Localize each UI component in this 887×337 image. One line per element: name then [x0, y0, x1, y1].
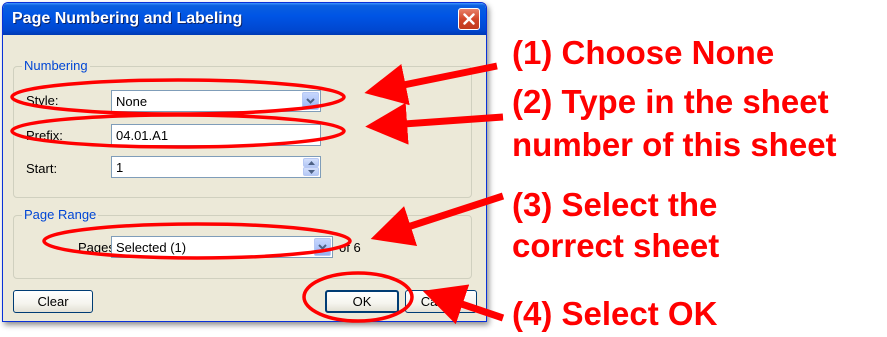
page-count-text: of 6 — [339, 240, 361, 255]
step3-annotation-line1: (3) Select the — [512, 186, 718, 223]
pages-select[interactable]: Selected (1) — [111, 236, 333, 258]
spin-buttons — [303, 158, 319, 176]
spin-down-icon[interactable] — [303, 167, 319, 176]
clear-button[interactable]: Clear — [13, 290, 93, 313]
title-bar[interactable]: Page Numbering and Labeling — [3, 3, 486, 35]
chevron-down-icon[interactable] — [302, 92, 319, 110]
step3-annotation-line2: correct sheet — [512, 227, 720, 264]
start-label: Start: — [26, 161, 58, 176]
start-stepper-value: 1 — [116, 160, 124, 175]
spin-up-icon[interactable] — [303, 158, 319, 167]
step4-annotation: (4) Select OK — [512, 295, 718, 332]
dialog-title: Page Numbering and Labeling — [12, 10, 243, 27]
style-label: Style: — [26, 93, 59, 108]
page-numbering-dialog: Page Numbering and Labeling Numbering St… — [2, 2, 487, 322]
style-select[interactable]: None — [111, 90, 321, 112]
prefix-label: Prefix: — [26, 128, 63, 143]
pages-select-value: Selected (1) — [116, 240, 187, 255]
pages-label: Pages — [78, 240, 115, 255]
numbering-group-label: Numbering — [22, 58, 90, 73]
style-select-value: None — [116, 94, 148, 109]
prefix-input[interactable]: 04.01.A1 — [111, 124, 321, 146]
step1-annotation: (1) Choose None — [512, 34, 775, 71]
chevron-down-icon[interactable] — [314, 238, 331, 256]
close-button[interactable] — [458, 8, 480, 30]
cancel-button[interactable]: Cancel — [405, 290, 477, 313]
prefix-input-value: 04.01.A1 — [116, 128, 169, 143]
close-icon — [463, 13, 475, 25]
start-stepper[interactable]: 1 — [111, 156, 321, 178]
ok-button[interactable]: OK — [325, 290, 399, 313]
step2-annotation-line1: (2) Type in the sheet — [512, 83, 829, 120]
step2-annotation-line2: number of this sheet — [512, 126, 837, 163]
page-range-group-label: Page Range — [22, 207, 99, 222]
